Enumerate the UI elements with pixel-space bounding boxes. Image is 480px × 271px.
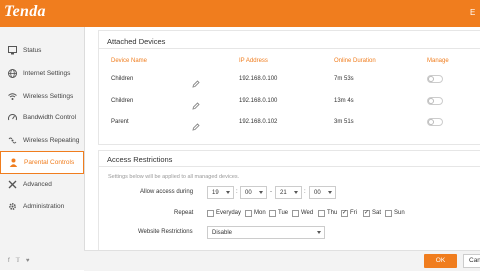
ok-button[interactable]: OK (424, 254, 457, 268)
sidebar-item-bandwidth-control[interactable]: Bandwidth Control (0, 107, 84, 129)
checkbox-mon[interactable] (245, 210, 252, 217)
device-ip: 192.168.0.100 (239, 98, 278, 104)
day-label: Everyday (216, 210, 242, 216)
social-links: f 𝕋 ♥ (8, 257, 35, 264)
device-name: Children (111, 76, 134, 82)
start-minute-select[interactable]: 00 (240, 186, 267, 199)
chevron-down-icon (259, 191, 263, 194)
device-duration: 3m 51s (334, 119, 354, 125)
checkbox-sun[interactable] (385, 210, 392, 217)
device-duration: 7m 53s (334, 76, 354, 82)
language-selector[interactable]: E (470, 8, 475, 17)
person-icon (9, 158, 18, 167)
facebook-icon[interactable]: f (8, 258, 10, 264)
repeater-icon (8, 136, 17, 145)
heart-icon[interactable]: ♥ (26, 258, 30, 264)
edit-icon[interactable] (192, 75, 200, 88)
col-device-name: Device Name (111, 58, 148, 64)
chevron-down-icon (226, 191, 230, 194)
checkbox-tue[interactable] (269, 210, 276, 217)
repeat-label: Repeat (174, 210, 194, 216)
sidebar-item-status[interactable]: Status (0, 40, 84, 62)
edit-icon[interactable] (192, 97, 200, 110)
gear-icon (8, 202, 17, 211)
col-manage: Manage (427, 58, 449, 64)
tenda-logo: Tenda (4, 3, 46, 20)
website-restrictions-label: Website Restrictions (138, 229, 193, 235)
divider (98, 48, 480, 49)
checkbox-sat[interactable]: ✓ (363, 210, 370, 217)
allow-access-label: Allow access during (140, 189, 194, 195)
website-restrictions-select[interactable]: Disable (207, 226, 325, 239)
sidebar-item-parental-controls[interactable]: Parental Controls (0, 151, 84, 174)
sidebar-item-advanced[interactable]: Advanced (0, 174, 84, 196)
device-ip: 192.168.0.100 (239, 76, 278, 82)
end-minute-select[interactable]: 00 (309, 186, 336, 199)
tools-icon (8, 180, 17, 189)
day-label: Fri (350, 210, 357, 216)
manage-toggle[interactable] (427, 75, 443, 83)
sidebar-item-internet-settings[interactable]: Internet Settings (0, 63, 84, 85)
chevron-down-icon (317, 231, 321, 234)
cancel-button[interactable]: Can (463, 254, 480, 268)
time-dash: - (270, 189, 272, 195)
day-label: Mon (254, 210, 266, 216)
chevron-down-icon (328, 191, 332, 194)
col-online-duration: Online Duration (334, 58, 376, 64)
attached-devices-title: Attached Devices (107, 37, 166, 46)
globe-icon (8, 69, 17, 78)
time-colon: : (304, 189, 306, 195)
manage-toggle[interactable] (427, 97, 443, 105)
checkbox-thu[interactable] (318, 210, 325, 217)
checkbox-everyday[interactable] (207, 210, 214, 217)
day-label: Sun (394, 210, 405, 216)
device-name: Children (111, 98, 134, 104)
divider (98, 166, 480, 167)
day-label: Tue (278, 210, 289, 216)
sidebar-item-wireless-settings[interactable]: Wireless Settings (0, 86, 84, 108)
manage-toggle[interactable] (427, 118, 443, 126)
checkbox-wed[interactable] (292, 210, 299, 217)
wifi-icon (8, 92, 17, 101)
status-icon (8, 46, 17, 55)
restrictions-note: Settings below will be applied to all ma… (108, 174, 240, 180)
footer-bar (84, 250, 480, 271)
day-label: Sat (372, 210, 382, 216)
access-restrictions-title: Access Restrictions (107, 155, 173, 164)
top-bar: Tenda E (0, 0, 480, 27)
sidebar-item-wireless-repeating[interactable]: Wireless Repeating (0, 130, 84, 152)
time-colon: : (236, 189, 238, 195)
device-ip: 192.168.0.102 (239, 119, 278, 125)
sidebar-item-administration[interactable]: Administration (0, 196, 84, 218)
day-label: Wed (301, 210, 314, 216)
edit-icon[interactable] (192, 118, 200, 131)
device-duration: 13m 4s (334, 98, 354, 104)
start-hour-select[interactable]: 19 (207, 186, 234, 199)
chevron-down-icon (294, 191, 298, 194)
speedometer-icon (8, 113, 17, 122)
col-ip-address: IP Address (239, 58, 268, 64)
day-label: Thu (327, 210, 338, 216)
checkbox-fri[interactable]: ✓ (341, 210, 348, 217)
twitter-icon[interactable]: 𝕋 (16, 258, 20, 264)
end-hour-select[interactable]: 21 (275, 186, 302, 199)
device-name: Parent (111, 119, 129, 125)
